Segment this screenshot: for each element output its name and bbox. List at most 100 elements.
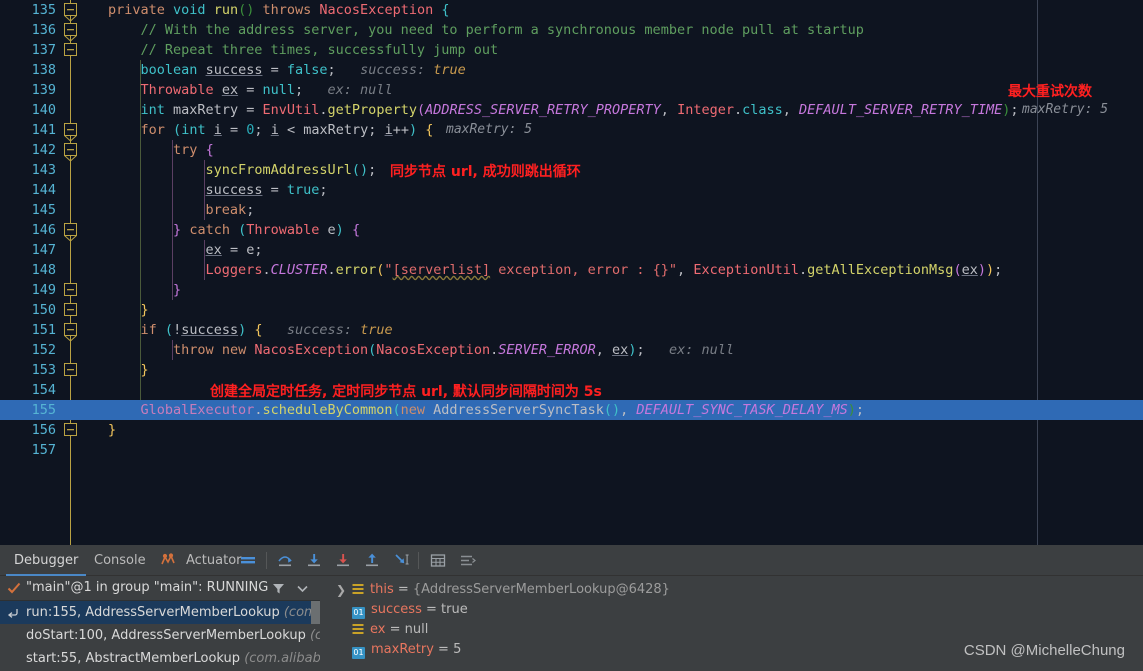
stack-frame-row[interactable]: doStart:100, AddressServerMemberLookup (… [0, 624, 320, 647]
code-line-144[interactable]: 144 success = true; [0, 180, 1143, 200]
line-text: syncFromAddressUrl(); [205, 162, 377, 178]
line-text: } [108, 422, 117, 438]
line-text: } catch (Throwable e) { [173, 222, 361, 238]
run-to-cursor-icon[interactable] [391, 551, 411, 570]
return-arrow-icon [7, 609, 18, 618]
step-over-icon[interactable] [275, 551, 295, 570]
fold-marker[interactable] [63, 22, 78, 42]
expand-chevron-icon[interactable]: ❯ [336, 580, 346, 600]
chevron-down-icon[interactable] [296, 584, 309, 593]
line-number: 135 [31, 2, 56, 18]
line-number: 155 [31, 402, 56, 418]
fold-marker[interactable] [63, 362, 78, 377]
line-number: 140 [31, 102, 56, 118]
line-text: for (int i = 0; i < maxRetry; i++) { [140, 122, 434, 138]
step-out-icon[interactable] [362, 551, 382, 570]
line-text: ex = e; [205, 242, 263, 258]
fold-marker[interactable] [63, 222, 78, 242]
variable-row[interactable]: ex = null [352, 620, 428, 640]
line-number: 144 [31, 182, 56, 198]
fold-marker[interactable] [63, 282, 78, 297]
variable-row[interactable]: 01 maxRetry = 5 [352, 640, 461, 660]
code-line-142[interactable]: 142 try { [0, 140, 1143, 162]
fold-marker[interactable] [63, 122, 78, 142]
code-line-147[interactable]: 147 ex = e; [0, 240, 1143, 260]
line-number: 142 [31, 142, 56, 158]
fold-marker[interactable] [63, 42, 78, 57]
code-line-135[interactable]: 135 private void run() throws NacosExcept… [0, 0, 1143, 22]
variable-value: {AddressServerMemberLookup@6428} [412, 582, 670, 597]
line-text: // Repeat three times, successfully jump… [140, 42, 499, 58]
variable-row[interactable]: ❯ this = {AddressServerMemberLookup@6428} [336, 580, 670, 600]
line-number: 136 [31, 22, 56, 38]
frame-package: (com.alibaba.r [244, 651, 320, 666]
code-line-152[interactable]: 152 throw new NacosException(NacosExcept… [0, 340, 1143, 360]
line-number: 138 [31, 62, 56, 78]
code-line-137[interactable]: 137 // Repeat three times, successfully … [0, 40, 1143, 60]
frame-method: start:55, AbstractMemberLookup [26, 651, 241, 666]
variable-value: true [441, 602, 468, 617]
evaluate-expression-icon[interactable] [428, 551, 448, 570]
code-line-153[interactable]: 153 } [0, 360, 1143, 380]
line-number: 150 [31, 302, 56, 318]
fold-marker[interactable] [63, 422, 78, 437]
force-step-into-icon[interactable] [333, 551, 353, 570]
line-number: 153 [31, 362, 56, 378]
code-line-150[interactable]: 150 } [0, 300, 1143, 320]
code-line-139[interactable]: 139 Throwable ex = null; ex: null [0, 80, 1143, 100]
variable-operator: = [393, 582, 413, 597]
thread-label: "main"@1 in group "main": RUNNING [26, 580, 269, 595]
code-line-151[interactable]: 151 if (!success) { success: true [0, 320, 1143, 342]
line-text: int maxRetry = EnvUtil.getProperty(ADDRE… [140, 102, 1019, 118]
line-text: boolean success = false; success: true [140, 62, 466, 78]
line-number: 152 [31, 342, 56, 358]
thread-selector[interactable]: "main"@1 in group "main": RUNNING [0, 576, 320, 600]
object-icon [352, 582, 364, 594]
show-execution-point-icon[interactable] [238, 551, 258, 570]
step-into-icon[interactable] [304, 551, 324, 570]
code-line-148[interactable]: 148 Loggers.CLUSTER.error("[serverlist] … [0, 260, 1143, 280]
call-stack-list[interactable]: run:155, AddressServerMemberLookup (com.… [0, 600, 320, 671]
layout-settings-icon[interactable] [457, 551, 477, 570]
line-number: 137 [31, 42, 56, 58]
tab-console[interactable]: Console [86, 545, 154, 576]
ide-window: 135 private void run() throws NacosExcept… [0, 0, 1143, 671]
line-text: private void run() throws NacosException… [108, 2, 450, 18]
variable-operator: = [421, 602, 442, 617]
fold-marker[interactable] [63, 322, 78, 342]
code-line-140[interactable]: 140 int maxRetry = EnvUtil.getProperty(A… [0, 100, 1143, 120]
line-number: 143 [31, 162, 56, 178]
code-line-141[interactable]: 141 for (int i = 0; i < maxRetry; i++) {… [0, 120, 1143, 142]
stack-frame-row[interactable]: start:55, AbstractMemberLookup (com.alib… [0, 647, 320, 670]
frame-method: doStart:100, AddressServerMemberLookup [26, 628, 306, 643]
code-line-145[interactable]: 145 break; [0, 200, 1143, 220]
line-number: 157 [31, 442, 56, 458]
line-number: 147 [31, 242, 56, 258]
code-line-136[interactable]: 136 // With the address server, you need… [0, 20, 1143, 42]
code-line-149[interactable]: 149 } [0, 280, 1143, 300]
code-line-138[interactable]: 138 boolean success = false; success: tr… [0, 60, 1143, 80]
stack-frame-row[interactable]: run:155, AddressServerMemberLookup (com.… [0, 601, 320, 624]
code-line-157[interactable]: 157 [0, 440, 1143, 460]
code-editor[interactable]: 135 private void run() throws NacosExcept… [0, 0, 1143, 545]
line-text: success = true; [205, 182, 328, 198]
indent-guide [140, 380, 141, 400]
line-text: } [173, 282, 182, 298]
object-icon [352, 622, 364, 634]
code-line-156[interactable]: 156} [0, 420, 1143, 440]
fold-marker[interactable] [63, 142, 78, 162]
tab-debugger[interactable]: Debugger [6, 545, 87, 576]
code-line-146[interactable]: 146 } catch (Throwable e) { [0, 220, 1143, 242]
check-icon [7, 582, 21, 594]
fold-marker[interactable] [63, 2, 78, 22]
line-text: throw new NacosException(NacosException.… [173, 342, 735, 358]
frames-scrollbar[interactable] [311, 601, 320, 624]
annotation-note-2: 同步节点 url, 成功则跳出循环 [390, 164, 581, 180]
code-line-155[interactable]: 155 GlobalExecutor.scheduleByCommon(new … [0, 400, 1143, 420]
variable-row[interactable]: 01 success = true [352, 600, 468, 620]
fold-marker[interactable] [63, 302, 78, 317]
filter-icon[interactable] [272, 582, 285, 595]
line-number: 156 [31, 422, 56, 438]
line-text: // With the address server, you need to … [140, 22, 864, 38]
variable-value: 5 [453, 642, 462, 657]
